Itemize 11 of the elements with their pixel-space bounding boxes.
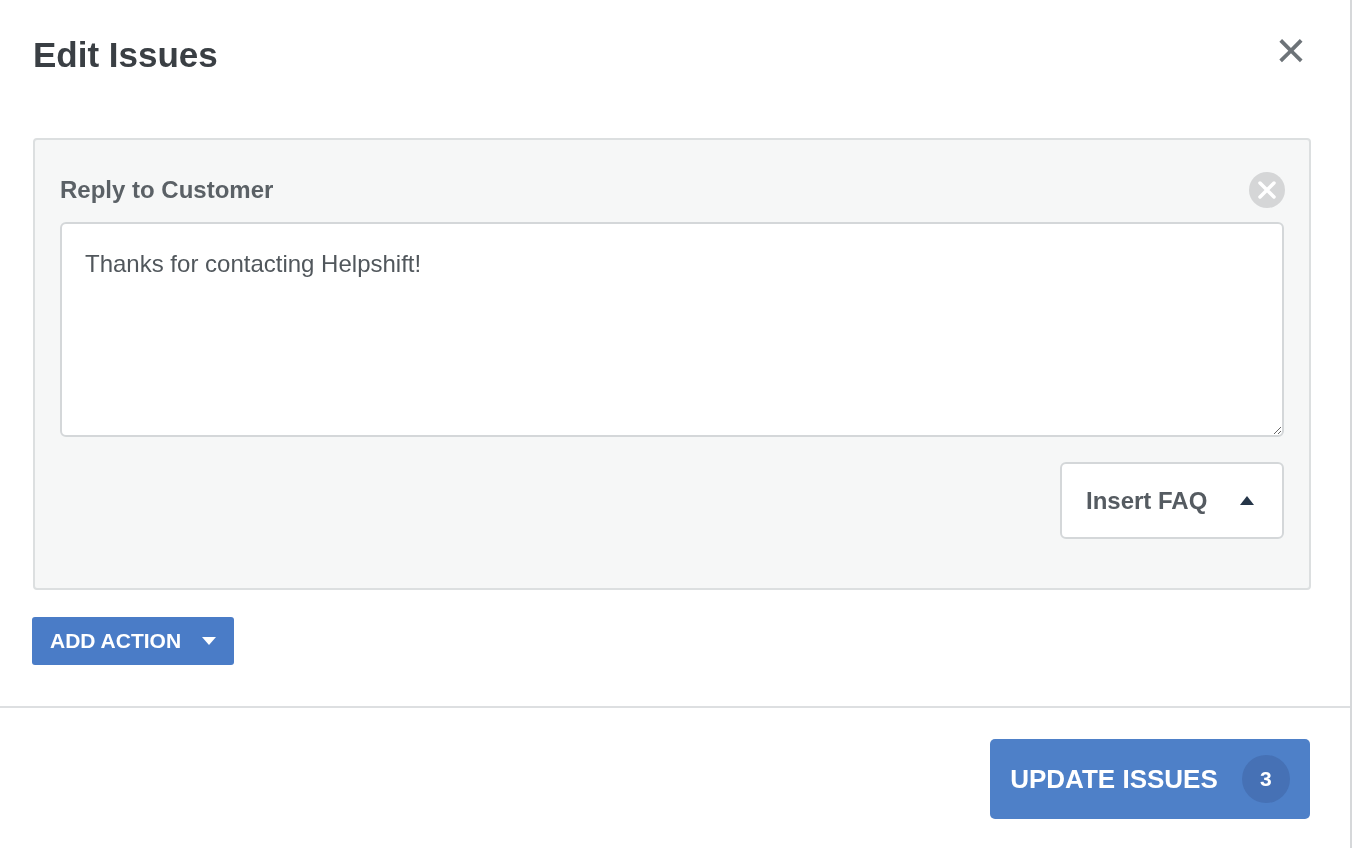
issue-count-badge: 3 bbox=[1241, 755, 1290, 803]
caret-up-icon bbox=[1240, 496, 1254, 505]
insert-faq-button[interactable]: Insert FAQ bbox=[1060, 462, 1284, 539]
add-action-button[interactable]: ADD ACTION bbox=[32, 617, 234, 665]
panel-title: Reply to Customer bbox=[60, 175, 274, 205]
caret-down-icon bbox=[202, 637, 216, 645]
close-button[interactable]: × bbox=[1275, 30, 1306, 70]
dialog-title: Edit Issues bbox=[33, 34, 218, 76]
update-issues-button[interactable]: UPDATE ISSUES 3 bbox=[990, 739, 1310, 819]
reply-field[interactable]: Thanks for contacting Helpshift! bbox=[60, 222, 1284, 437]
remove-icon[interactable] bbox=[1248, 171, 1286, 209]
